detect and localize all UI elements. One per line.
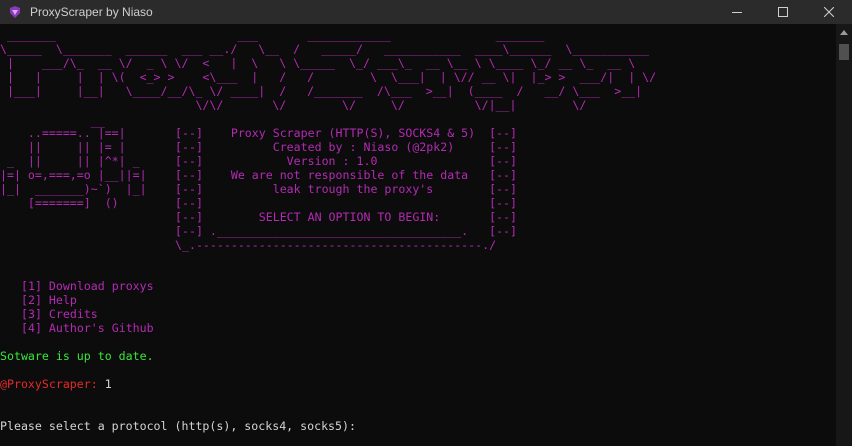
ascii-art-line: _ || || |^*| _ (0, 154, 140, 168)
close-icon (824, 7, 834, 17)
info-box-line: [--] We are not responsible of the data … (175, 168, 518, 182)
info-box-line: [--] SELECT AN OPTION TO BEGIN: [--] (175, 210, 518, 224)
info-box-line: \_.-------------------------------------… (175, 238, 497, 252)
menu-item-github: [4] Author's Github (21, 321, 154, 335)
ascii-art-line: |_| _______)~`) |_| (0, 182, 147, 196)
window-title: ProxyScraper by Niaso (30, 5, 153, 19)
info-box-line: [--] .__________________________________… (175, 224, 518, 238)
update-status: Sotware is up to date. (0, 349, 154, 363)
console-output[interactable]: _______ ___ ____________ _______ \_____ … (0, 24, 836, 446)
info-box-line: [--] Created by : Niaso (@2pk2) [--] (175, 140, 518, 154)
banner-line: |___| |__| \____/__/\_ \/ ____| / /_____… (0, 84, 643, 98)
scroll-thumb[interactable] (839, 44, 849, 60)
ascii-art-line: ..=====.. |==| (0, 126, 126, 140)
maximize-icon (778, 7, 788, 17)
prompt-label: @ProxyScraper: (0, 377, 98, 391)
menu-item-help: [2] Help (21, 293, 77, 307)
maximize-button[interactable] (760, 0, 806, 24)
close-button[interactable] (806, 0, 852, 24)
scrollbar[interactable] (836, 24, 852, 446)
ascii-art-line: || || |= | (0, 140, 126, 154)
title-bar: ProxyScraper by Niaso (0, 0, 852, 24)
banner-line: \/\/ \/ \/ \/ \/|__| \/ (0, 98, 587, 112)
prompt-line[interactable]: @ProxyScraper: 1 (0, 377, 112, 391)
ascii-art-line: |=| o=,===,=o |__||=| (0, 168, 147, 182)
protocol-question: Please select a protocol (http(s), socks… (0, 419, 356, 433)
scroll-up-icon[interactable] (840, 30, 848, 35)
banner-line: _______ ___ ____________ _______ (0, 28, 545, 42)
ascii-art-line: [=======] () (0, 196, 119, 210)
info-box-line: [--] [--] (175, 196, 518, 210)
banner-line: | | | | \( <_> > <\___ | / / \ \___| | \… (0, 70, 657, 84)
menu-item-download: [1] Download proxys (21, 279, 154, 293)
minimize-icon (732, 12, 742, 13)
menu-item-credits: [3] Credits (21, 307, 98, 321)
info-box-line: [--] leak trough the proxy's [--] (175, 182, 518, 196)
prompt-input: 1 (104, 377, 112, 391)
app-icon (8, 5, 22, 19)
info-box-line: [--] Version : 1.0 [--] (175, 154, 518, 168)
minimize-button[interactable] (714, 0, 760, 24)
info-box-line: [--] Proxy Scraper (HTTP(S), SOCKS4 & 5)… (175, 126, 518, 140)
banner-line: \_____ \_______ ______ ___ __./ \__ / __… (0, 42, 650, 56)
banner-line: | ___/\_ __ \/ _ \ \/ < | \ \ \_____ \_/… (0, 56, 636, 70)
